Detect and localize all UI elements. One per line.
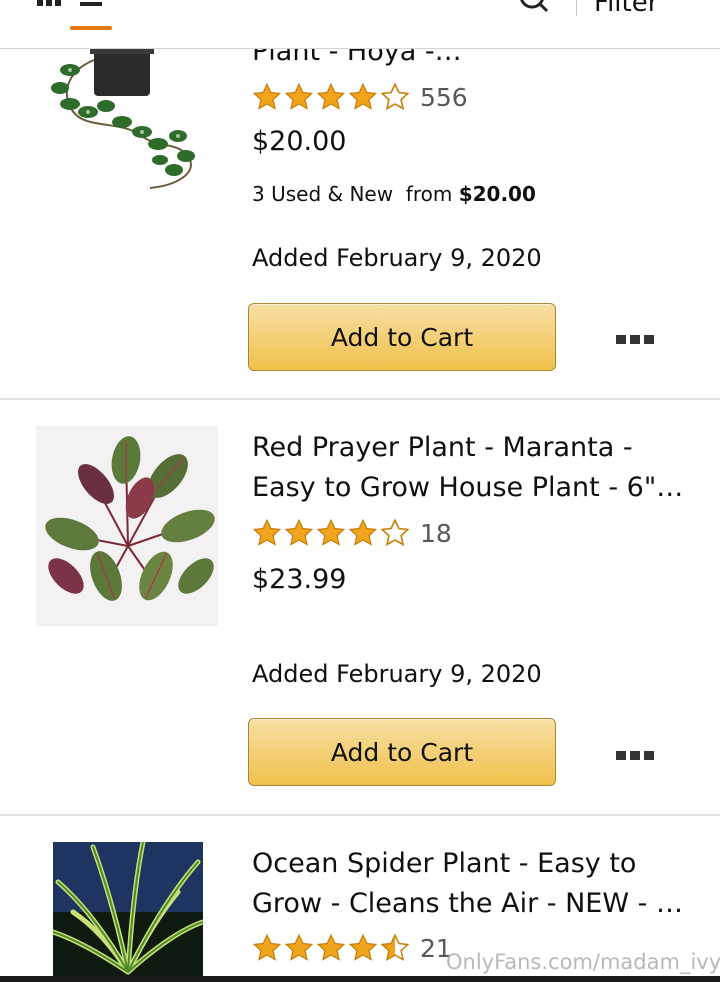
add-to-cart-button[interactable]: Add to Cart <box>248 718 556 786</box>
star-full-icon <box>252 933 282 961</box>
star-full-icon <box>316 518 346 546</box>
dot-icon <box>616 335 626 344</box>
used-new-offers[interactable]: 3 Used & New from $20.00 <box>252 182 536 206</box>
grid-view-icon[interactable] <box>37 0 61 6</box>
star-rating[interactable]: 21 <box>252 933 452 963</box>
rating-count[interactable]: 556 <box>420 83 468 112</box>
star-full-icon <box>284 933 314 961</box>
star-full-icon <box>252 518 282 546</box>
dot-icon <box>630 335 640 344</box>
star-full-icon <box>348 82 378 110</box>
price: $23.99 <box>252 564 347 595</box>
date-added: Added February 9, 2020 <box>252 660 542 688</box>
stars <box>252 518 410 548</box>
product-title-line[interactable]: Red Prayer Plant - Maranta - <box>252 428 692 468</box>
list-item[interactable]: Plant - Hoya -… 556 $20.00 3 Used & New … <box>0 0 720 398</box>
product-image[interactable] <box>36 426 218 626</box>
star-full-icon <box>348 518 378 546</box>
more-options-button[interactable] <box>616 751 656 763</box>
star-full-icon <box>316 82 346 110</box>
star-empty-icon <box>380 82 410 111</box>
watermark: OnlyFans.com/madam_ivy_ <box>446 950 720 974</box>
product-image[interactable] <box>50 40 205 190</box>
star-rating[interactable]: 18 <box>252 518 452 548</box>
dot-icon <box>644 335 654 344</box>
search-icon[interactable] <box>518 0 548 14</box>
star-full-icon <box>348 933 378 961</box>
star-full-icon <box>284 82 314 110</box>
product-title-line[interactable]: Grow - Cleans the Air - NEW - … <box>252 884 692 924</box>
list-item[interactable]: Red Prayer Plant - Maranta - Easy to Gro… <box>0 400 720 814</box>
dot-icon <box>644 751 654 760</box>
offers-price[interactable]: $20.00 <box>459 182 536 206</box>
add-to-cart-button[interactable]: Add to Cart <box>248 303 556 371</box>
dot-icon <box>616 751 626 760</box>
more-options-button[interactable] <box>616 335 656 347</box>
star-empty-icon <box>380 518 410 547</box>
offers-text[interactable]: 3 Used & New from <box>252 182 459 206</box>
star-rating[interactable]: 556 <box>252 82 468 112</box>
date-added: Added February 9, 2020 <box>252 244 542 272</box>
product-title[interactable]: Red Prayer Plant - Maranta - Easy to Gro… <box>252 428 692 508</box>
star-half-icon <box>380 933 410 961</box>
product-image[interactable] <box>53 842 203 978</box>
list-view-icon[interactable] <box>80 0 102 6</box>
bottom-edge <box>0 976 720 982</box>
price: $20.00 <box>252 126 347 157</box>
product-title-line[interactable]: Easy to Grow House Plant - 6"… <box>252 468 692 508</box>
rating-count[interactable]: 18 <box>420 519 452 548</box>
stars <box>252 933 410 963</box>
star-full-icon <box>284 518 314 546</box>
filter-divider <box>576 0 577 16</box>
dot-icon <box>630 751 640 760</box>
star-full-icon <box>252 82 282 110</box>
filter-button[interactable]: Filter <box>594 0 658 18</box>
star-full-icon <box>316 933 346 961</box>
product-title[interactable]: Ocean Spider Plant - Easy to Grow - Clea… <box>252 844 692 924</box>
top-bar: Filter <box>0 0 720 49</box>
stars <box>252 82 410 112</box>
active-view-indicator <box>70 26 112 30</box>
product-title-line[interactable]: Ocean Spider Plant - Easy to <box>252 844 692 884</box>
